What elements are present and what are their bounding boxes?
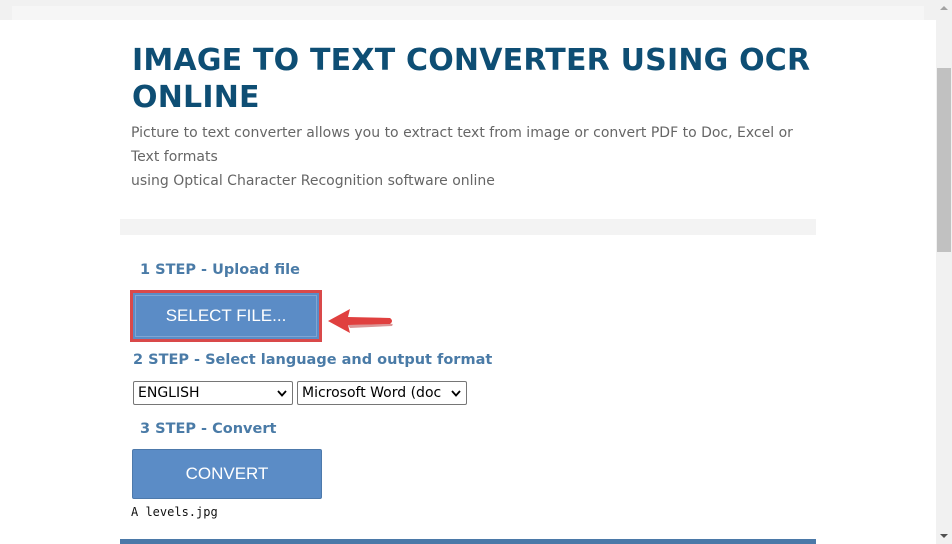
step-1-label: 1 STEP - Upload file — [140, 262, 300, 278]
scroll-down-icon[interactable] — [936, 528, 952, 544]
chevron-down-icon — [276, 386, 288, 400]
left-arrow-icon — [328, 309, 393, 333]
step-2-label: 2 STEP - Select language and output form… — [133, 352, 493, 368]
top-strip-inner — [12, 6, 924, 20]
converter-panel: IMAGE TO TEXT CONVERTER USING OCR ONLINE… — [0, 20, 936, 544]
top-strip — [0, 0, 936, 20]
output-format-select-value: Microsoft Word (doc — [302, 385, 442, 401]
convert-button-label: CONVERT — [185, 464, 269, 483]
selected-file-name: A levels.jpg — [131, 505, 218, 519]
page-title: IMAGE TO TEXT CONVERTER USING OCR ONLINE — [132, 43, 811, 115]
page-description: Picture to text converter allows you to … — [131, 121, 821, 193]
page: IMAGE TO TEXT CONVERTER USING OCR ONLINE… — [0, 0, 936, 544]
convert-button[interactable]: CONVERT — [132, 449, 322, 499]
divider-band — [120, 219, 816, 235]
scroll-up-icon[interactable] — [936, 0, 952, 16]
chevron-down-icon — [450, 386, 462, 400]
select-file-button-label: SELECT FILE... — [165, 306, 287, 325]
step-3-label: 3 STEP - Convert — [140, 421, 277, 437]
description-line-1: Picture to text converter allows you to … — [131, 125, 793, 165]
scrollbar-thumb[interactable] — [937, 68, 951, 252]
description-line-2: using Optical Character Recognition soft… — [131, 173, 495, 189]
language-select[interactable]: ENGLISH — [133, 381, 293, 405]
output-format-select[interactable]: Microsoft Word (doc — [297, 381, 467, 405]
vertical-scrollbar[interactable] — [936, 0, 952, 544]
bottom-accent-bar — [120, 539, 816, 544]
select-file-button[interactable]: SELECT FILE... — [130, 290, 322, 342]
language-select-value: ENGLISH — [138, 385, 200, 401]
